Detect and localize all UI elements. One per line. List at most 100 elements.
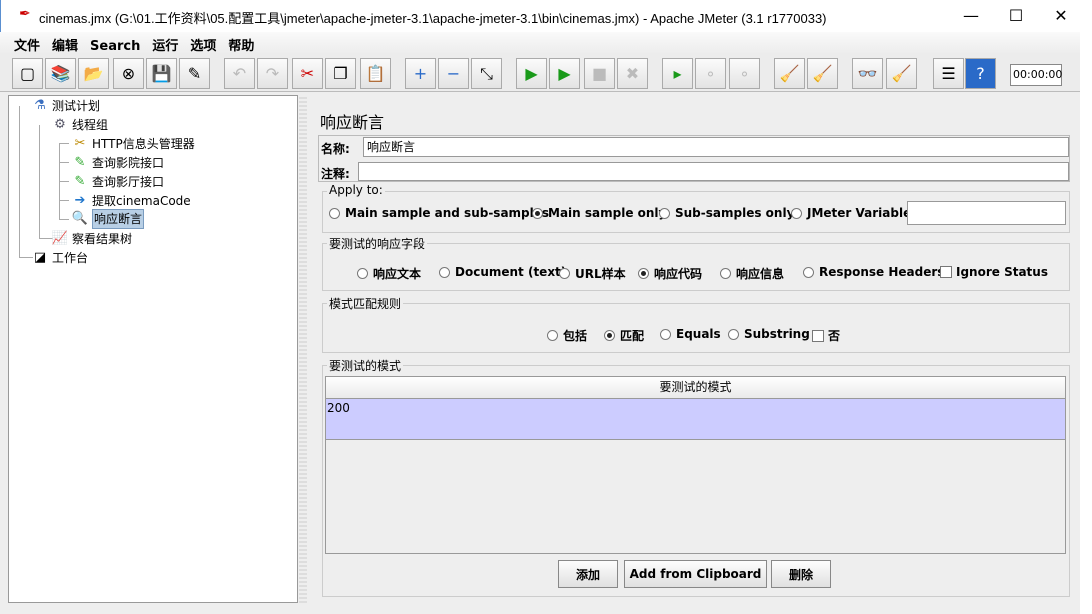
tree-label: 响应断言 [92, 209, 145, 229]
toolbar: ▢ 📚 📂 ⊗ 💾 ✎ ↶ ↷ ✂ ❐ 📋 + − ⤡ ▶ ▶ ■ ✖ ▸ ∘ ∘ 🧹 🧹 👓 🧹 ☰? 00:00:00 [0, 54, 1080, 92]
clear-button[interactable]: 🧹 [774, 58, 805, 89]
tree-item-test-plan[interactable]: ⚗ 测试计划 [31, 97, 100, 115]
tree-item-workbench[interactable]: ◪ 工作台 [31, 249, 88, 267]
tree-item-response-assertion[interactable]: 🔍 响应断言 [71, 209, 145, 229]
paste-icon: 📋 [365, 64, 386, 83]
close-button[interactable]: ✕ [1041, 4, 1081, 28]
not-checkbox[interactable]: 否 [812, 327, 840, 344]
undo-button[interactable]: ↶ [224, 58, 255, 89]
remote-stop-button[interactable]: ∘ [695, 58, 726, 89]
collapse-button[interactable]: − [438, 58, 469, 89]
radio-url[interactable]: URL样本 [559, 265, 626, 282]
column-header[interactable]: 要测试的模式 [326, 377, 1065, 399]
radio-substring[interactable]: Substring [728, 327, 810, 341]
tree-label: 查询影厅接口 [92, 175, 165, 189]
radio-response-headers[interactable]: Response Headers [803, 265, 944, 279]
tree-item-results-tree[interactable]: 📈 察看结果树 [51, 230, 132, 248]
new-button[interactable]: ▢ [12, 58, 43, 89]
start-button[interactable]: ▶ [516, 58, 547, 89]
pipette-icon: ✎ [74, 174, 86, 189]
minimize-button[interactable]: — [951, 4, 991, 28]
search-button[interactable]: 👓 [852, 58, 883, 89]
name-label: 名称: [321, 142, 350, 156]
flask-icon: ⚗ [34, 98, 46, 113]
jmeter-feather-icon: ✒ [19, 6, 31, 22]
tree-item-extractor[interactable]: ➔ 提取cinemaCode [71, 192, 191, 210]
tree-label: 提取cinemaCode [92, 194, 191, 208]
templates-button[interactable]: 📚 [45, 58, 76, 89]
remote-shutdown-button[interactable]: ∘ [729, 58, 760, 89]
splitter[interactable] [299, 95, 307, 603]
name-field[interactable]: 响应断言 [363, 137, 1069, 157]
group-title: 模式匹配规则 [327, 295, 404, 312]
menu-edit[interactable]: 编辑 [46, 33, 84, 56]
jmeter-variable-field[interactable] [907, 201, 1066, 225]
radio-main-and-sub[interactable]: Main sample and sub-samples [329, 206, 549, 220]
tree-item-header-manager[interactable]: ✂ HTTP信息头管理器 [71, 135, 195, 153]
tree-label: 测试计划 [52, 99, 101, 113]
remote-start-icon: ▸ [673, 64, 682, 83]
menu-options[interactable]: 选项 [184, 33, 222, 56]
paste-button[interactable]: 📋 [360, 58, 391, 89]
tree-item-thread-group[interactable]: ⚙ 线程组 [51, 116, 108, 134]
add-button[interactable]: 添加 [558, 560, 618, 588]
tree-label: HTTP信息头管理器 [92, 137, 195, 151]
add-from-clipboard-button[interactable]: Add from Clipboard [624, 560, 767, 588]
close-file-button[interactable]: ⊗ [113, 58, 144, 89]
copy-button[interactable]: ❐ [325, 58, 356, 89]
tree-label: 工作台 [52, 251, 89, 265]
start-icon: ▶ [525, 64, 538, 83]
open-button[interactable]: 📂 [78, 58, 109, 89]
remote-shutdown-icon: ∘ [739, 64, 750, 83]
comment-field[interactable] [358, 162, 1069, 181]
cut-icon: ✂ [300, 64, 315, 83]
maximize-button[interactable]: ☐ [996, 4, 1036, 28]
remote-start-button[interactable]: ▸ [662, 58, 693, 89]
radio-response-text[interactable]: 响应文本 [357, 265, 421, 282]
reset-search-button[interactable]: 🧹 [886, 58, 917, 89]
radio-sub-only[interactable]: Sub-samples only [659, 206, 794, 220]
table-row[interactable]: 200 [326, 399, 1065, 440]
ignore-status-checkbox[interactable]: Ignore Status [940, 265, 1048, 279]
save-button[interactable]: 💾 [146, 58, 177, 89]
radio-document[interactable]: Document (text) [439, 265, 566, 279]
delete-button[interactable]: 删除 [771, 560, 831, 588]
function-helper-button[interactable]: ☰ [933, 58, 964, 89]
radio-equals[interactable]: Equals [660, 327, 721, 341]
group-title: Apply to: [327, 183, 385, 197]
apply-to-group: Apply to: Main sample and sub-samples Ma… [322, 183, 1070, 233]
save-as-button[interactable]: ✎ [179, 58, 210, 89]
chart-icon: 📈 [51, 231, 69, 246]
elapsed-timer: 00:00:00 [1010, 64, 1062, 86]
redo-icon: ↷ [265, 64, 280, 83]
radio-response-message[interactable]: 响应信息 [720, 265, 784, 282]
tree-item-sampler-hall[interactable]: ✎ 查询影厅接口 [71, 173, 164, 191]
stop-button[interactable]: ■ [584, 58, 615, 89]
radio-jmeter-variable[interactable]: JMeter Variable [791, 206, 911, 220]
radio-contains[interactable]: 包括 [547, 327, 587, 344]
tree-item-sampler-cinema[interactable]: ✎ 查询影院接口 [71, 154, 164, 172]
toggle-button[interactable]: ⤡ [471, 58, 502, 89]
redo-button[interactable]: ↷ [257, 58, 288, 89]
shutdown-icon: ✖ [625, 64, 640, 83]
copy-icon: ❐ [333, 64, 348, 83]
radio-response-code[interactable]: 响应代码 [638, 265, 702, 282]
shutdown-button[interactable]: ✖ [617, 58, 648, 89]
radio-main-only[interactable]: Main sample only [532, 206, 666, 220]
radio-matches[interactable]: 匹配 [604, 327, 644, 344]
stop-icon: ■ [591, 64, 608, 83]
panel-title: 响应断言 [320, 113, 385, 132]
menu-file[interactable]: 文件 [8, 33, 46, 56]
cut-button[interactable]: ✂ [292, 58, 323, 89]
menu-run[interactable]: 运行 [146, 33, 184, 56]
menu-help[interactable]: 帮助 [222, 33, 260, 56]
clear-all-button[interactable]: 🧹 [807, 58, 838, 89]
help-button[interactable]: ? [965, 58, 996, 89]
pattern-rule-group: 模式匹配规则 包括 匹配 Equals Substring 否 [322, 295, 1070, 353]
expand-button[interactable]: + [405, 58, 436, 89]
magnifier-icon: 🔍 [71, 211, 89, 226]
close-file-icon: ⊗ [121, 64, 136, 83]
tools-icon: ✂ [74, 136, 86, 151]
start-no-pause-button[interactable]: ▶ [549, 58, 580, 89]
reset-search-icon: 🧹 [891, 64, 912, 83]
